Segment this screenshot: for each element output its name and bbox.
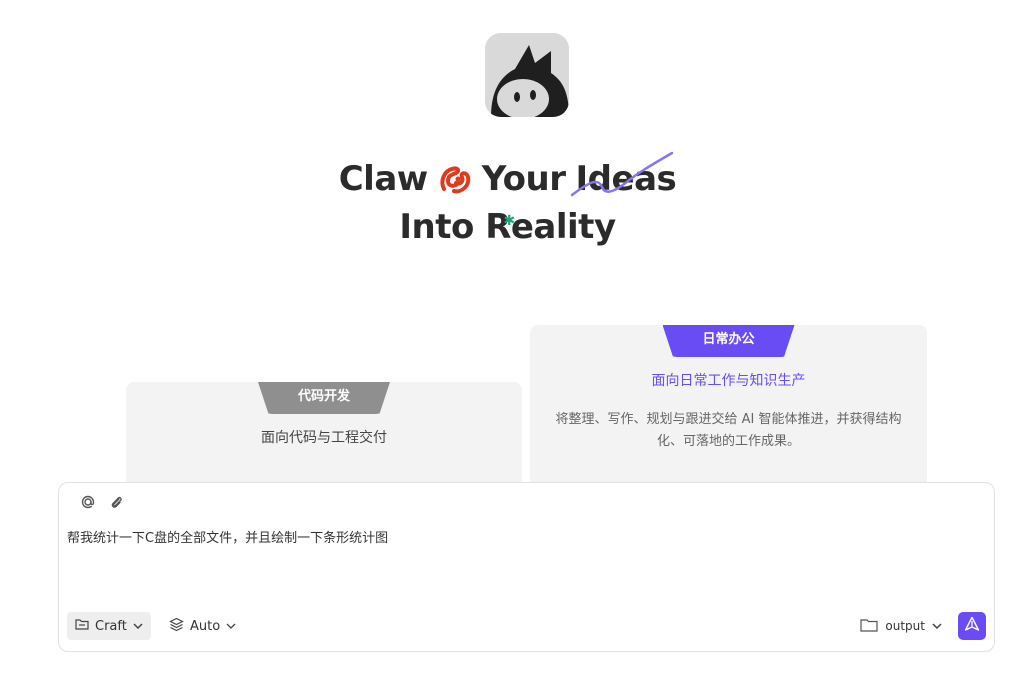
- model-select-button[interactable]: Auto: [169, 612, 236, 640]
- mode-card-office[interactable]: 日常办公 面向日常工作与知识生产 将整理、写作、规划与跟进交给 AI 智能体推进…: [530, 325, 927, 503]
- prompt-composer: 帮我统计一下C盘的全部文件，并且绘制一下条形统计图 Craft Auto out…: [58, 482, 995, 652]
- hero-word-ideas-text: Ideas: [575, 159, 677, 199]
- app-logo-icon: [485, 33, 569, 117]
- at-icon[interactable]: [79, 493, 97, 511]
- paperclip-icon[interactable]: [107, 493, 125, 511]
- mode-card-code-subtitle: 面向代码与工程交付: [261, 430, 387, 446]
- folder-icon: [860, 618, 879, 635]
- prompt-input[interactable]: 帮我统计一下C盘的全部文件，并且绘制一下条形统计图: [67, 527, 388, 546]
- send-icon: [964, 616, 980, 636]
- send-button[interactable]: [958, 612, 986, 640]
- hero-word-ideas: Ideas: [570, 151, 677, 203]
- mode-select-button[interactable]: Craft: [67, 612, 151, 640]
- hero-line-two: ✱ Into Reality: [399, 203, 616, 251]
- attach-toolbar: [79, 493, 125, 511]
- output-folder-label: output: [885, 619, 925, 633]
- lobster-icon: [438, 162, 472, 196]
- mode-card-office-description: 将整理、写作、规划与跟进交给 AI 智能体推进，并获得结构化、可落地的工作成果。: [555, 412, 902, 449]
- chevron-down-icon: [932, 621, 942, 632]
- model-select-label: Auto: [190, 618, 221, 634]
- hero-word-your: Your: [481, 159, 566, 199]
- composer-bottom-bar: Craft Auto output: [67, 611, 986, 641]
- chevron-down-icon: [226, 621, 236, 632]
- mode-card-office-tab: 日常办公: [662, 325, 795, 357]
- mode-card-code-tab: 代码开发: [258, 382, 390, 414]
- hero-word-claw: Claw: [338, 159, 428, 199]
- layers-icon: [169, 617, 184, 636]
- output-folder-button[interactable]: output: [860, 612, 942, 640]
- folder-box-icon: [75, 618, 89, 634]
- sparkle-icon: ✱: [503, 213, 515, 229]
- mode-select-label: Craft: [95, 618, 127, 634]
- hero-title: Claw Your Ideas ✱ Into Reality: [0, 151, 1015, 251]
- chevron-down-icon: [133, 621, 143, 632]
- app-page: Claw Your Ideas ✱ Into Reality 代码开发 面向代码…: [0, 0, 1015, 685]
- mode-card-office-subtitle: 面向日常工作与知识生产: [651, 373, 806, 389]
